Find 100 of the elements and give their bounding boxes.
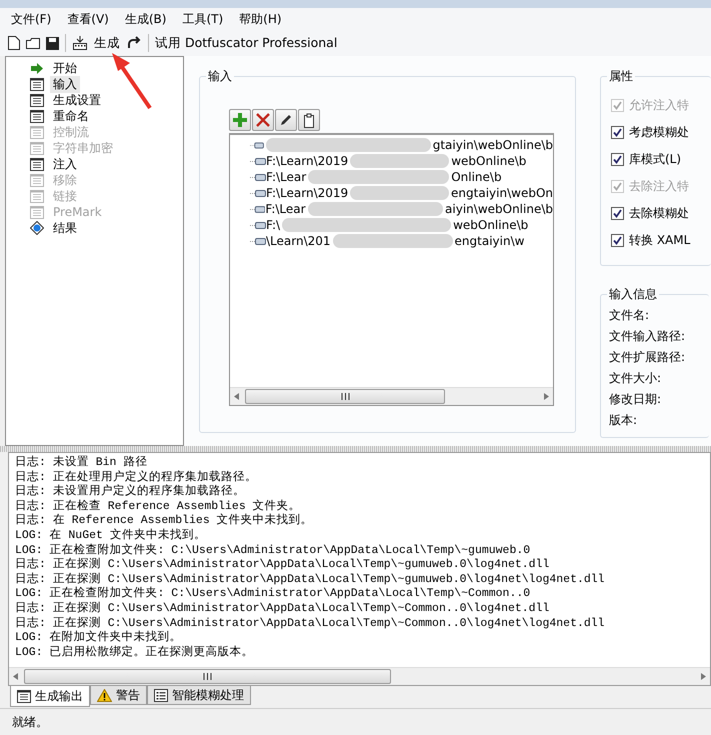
scroll-thumb[interactable] <box>245 389 445 404</box>
page-icon <box>30 110 44 122</box>
warning-icon <box>97 688 112 702</box>
scrollbar[interactable] <box>230 387 553 405</box>
trial-link[interactable]: 试用 Dotfuscator Professional <box>155 34 338 52</box>
menu-item[interactable]: 生成(B) <box>118 8 174 30</box>
scroll-left-icon[interactable] <box>13 673 18 680</box>
tree-item[interactable]: 开始 <box>50 60 80 76</box>
add-button[interactable] <box>229 109 251 131</box>
info-label: 文件输入路径: <box>609 328 686 345</box>
page-icon <box>30 158 44 170</box>
page-icon <box>30 94 44 106</box>
grip-icon <box>203 673 212 680</box>
log-line: 日志: 在 Reference Assemblies 文件夹中未找到。 <box>15 514 314 528</box>
info-label: 文件名: <box>609 307 650 324</box>
info-label: 文件扩展路径: <box>609 349 686 366</box>
assembly-icon <box>250 204 266 214</box>
assembly-icon <box>250 172 266 182</box>
page-icon <box>30 206 44 218</box>
log-line: 日志: 未设置 Bin 路径 <box>15 456 148 470</box>
tab[interactable]: 警告 <box>90 686 147 705</box>
option-checkbox[interactable]: 库模式(L) <box>611 151 711 168</box>
log-line: 日志: 正在探测 C:\Users\Administrator\AppData\Local\Temp\~gumuweb.0\log4net\log4net.dll <box>15 572 606 586</box>
delete-button[interactable] <box>252 109 274 131</box>
checkbox[interactable] <box>611 153 624 166</box>
tree-item[interactable]: 生成设置 <box>50 92 104 108</box>
group-title: 属性 <box>607 68 635 85</box>
file-path[interactable]: \Learn\201 <box>266 234 331 248</box>
log-line: LOG: 正在检查附加文件夹: C:\Users\Administrator\AppData\Local\Temp\~Common..0 <box>15 587 532 602</box>
tree-item[interactable]: 结果 <box>50 220 80 236</box>
clipboard-icon <box>303 112 315 128</box>
scrollbar[interactable] <box>9 667 710 685</box>
log-line: 日志: 正在探测 C:\Users\Administrator\AppData\Local\Temp\~Common..0\log4net\log4net.dll <box>15 616 606 630</box>
checkbox[interactable] <box>611 234 624 247</box>
assembly-icon <box>250 156 266 166</box>
file-path[interactable]: engtaiyin\webOn <box>451 186 553 200</box>
new-file-icon[interactable] <box>8 36 20 50</box>
redo-icon[interactable] <box>126 36 142 50</box>
folder-icon[interactable] <box>26 37 40 49</box>
file-path[interactable]: F:\Learn\2019 <box>266 154 348 168</box>
log-line: LOG: 在附加文件夹中未找到。 <box>15 631 183 646</box>
scroll-right-icon[interactable] <box>544 393 549 400</box>
menu-item[interactable]: 查看(V) <box>60 8 116 30</box>
log-line: LOG: 正在检查附加文件夹: C:\Users\Administrator\AppData\Local\Temp\~gumuweb.0 <box>15 544 532 558</box>
info-label: 修改日期: <box>609 391 662 408</box>
checkbox[interactable] <box>611 126 624 139</box>
file-path[interactable]: Online\b <box>451 170 502 184</box>
arrow-icon <box>30 62 44 74</box>
scroll-left-icon[interactable] <box>234 393 239 400</box>
assembly-icon <box>250 236 266 246</box>
menu-item[interactable]: 帮助(H) <box>232 8 289 30</box>
assembly-icon <box>250 188 266 198</box>
tree-item[interactable]: 注入 <box>50 156 80 172</box>
log-line: LOG: 在 NuGet 文件夹中未找到。 <box>15 528 207 544</box>
page-icon <box>30 174 44 186</box>
log-line: 日志: 正在探测 C:\Users\Administrator\AppData\Local\Temp\~gumuweb.0\log4net.dll <box>15 558 550 572</box>
tab[interactable]: 生成输出 <box>10 686 90 707</box>
page-icon <box>30 190 44 202</box>
option-checkbox[interactable]: 考虑模糊处 <box>611 124 711 141</box>
diamond-icon <box>30 221 44 235</box>
log-line: 日志: 未设置用户定义的程序集加载路径。 <box>15 485 246 500</box>
file-path[interactable]: webOnline\b <box>451 154 526 168</box>
tree-item[interactable]: 重命名 <box>50 108 92 124</box>
file-path[interactable]: webOnline\b <box>453 218 528 232</box>
file-path[interactable]: F:\Learn\2019 <box>266 186 348 200</box>
grip-icon <box>340 393 350 400</box>
assembly-icon <box>250 220 266 230</box>
build-icon[interactable] <box>72 35 88 51</box>
menu-item[interactable]: 文件(F) <box>4 8 58 30</box>
list-icon <box>154 688 168 702</box>
log-line: 日志: 正在处理用户定义的程序集加载路径。 <box>15 470 258 484</box>
file-path[interactable]: engtaiyin\w <box>454 234 524 248</box>
option-checkbox[interactable]: 去除模糊处 <box>611 205 711 222</box>
page-icon <box>30 142 44 154</box>
checkbox[interactable] <box>611 207 624 220</box>
file-path[interactable]: aiyin\webOnline\b <box>445 202 553 216</box>
group-title: 输入信息 <box>607 286 659 303</box>
log-line: 日志: 正在探测 C:\Users\Administrator\AppData\Local\Temp\~Common..0\log4net.dll <box>15 602 550 616</box>
option-checkbox[interactable]: 转换 XAML <box>611 232 711 249</box>
clipboard-button[interactable] <box>298 109 320 131</box>
scroll-thumb[interactable] <box>24 669 391 684</box>
tab[interactable]: 智能模糊处理 <box>147 686 251 705</box>
tree-item[interactable]: 输入 <box>50 76 80 92</box>
save-icon[interactable] <box>46 36 59 50</box>
log-line: LOG: 已启用松散绑定。正在探测更高版本。 <box>15 646 255 660</box>
edit-button[interactable] <box>275 109 297 131</box>
scroll-right-icon[interactable] <box>701 673 706 680</box>
page-icon <box>30 78 44 90</box>
plus-icon <box>232 112 248 128</box>
assembly-icon <box>250 140 264 150</box>
menu-item[interactable]: 工具(T) <box>175 8 230 30</box>
pencil-icon <box>279 113 293 127</box>
page-icon <box>30 126 44 138</box>
info-label: 文件大小: <box>609 370 662 387</box>
file-path[interactable]: F:\Lear <box>265 202 306 216</box>
build-button[interactable]: 生成 <box>94 34 120 52</box>
close-icon <box>256 113 270 127</box>
file-path[interactable]: F:\Lear <box>266 170 306 184</box>
file-path[interactable]: gtaiyin\webOnline\b <box>432 138 553 152</box>
file-path[interactable]: F:\ <box>266 218 280 232</box>
